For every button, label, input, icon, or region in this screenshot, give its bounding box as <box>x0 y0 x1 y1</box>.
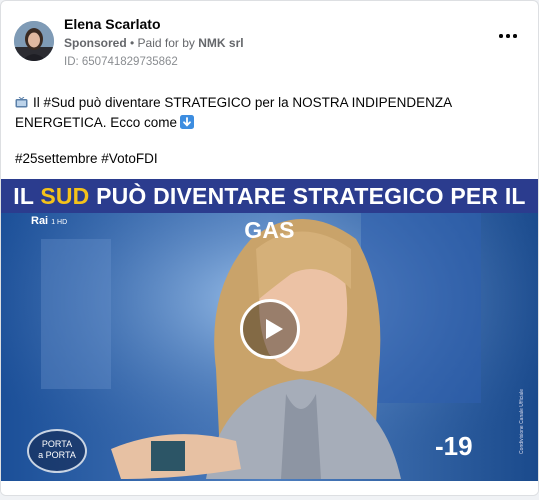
card-footer <box>1 481 538 495</box>
show-logo: PORTA a PORTA <box>27 429 87 473</box>
post-text: Il #Sud può diventare STRATEGICO per la … <box>15 93 515 133</box>
countdown-badge: -19 <box>435 431 473 461</box>
video-credit: Condivisione Canale Ufficiale <box>519 389 525 454</box>
paid-for-prefix: • Paid for by <box>126 36 199 50</box>
television-icon <box>15 97 28 108</box>
play-icon[interactable] <box>240 299 300 359</box>
down-arrow-icon <box>180 115 195 129</box>
video-headline-banner: IL SUD PUÒ DIVENTARE STRATEGICO PER IL G… <box>1 179 538 243</box>
banner-highlight: SUD <box>40 183 90 209</box>
avatar-image <box>14 21 54 61</box>
sponsored-label: Sponsored <box>64 36 127 50</box>
avatar[interactable] <box>14 21 54 61</box>
ad-id: ID: 650741829735862 <box>64 56 178 68</box>
more-options-icon[interactable] <box>497 29 519 43</box>
sponsored-meta: Sponsored • Paid for by NMK srl <box>64 36 244 50</box>
video-player[interactable]: IL SUD PUÒ DIVENTARE STRATEGICO PER IL G… <box>1 179 538 481</box>
post-text-content: Il #Sud può diventare STRATEGICO per la … <box>15 95 452 130</box>
payer-name[interactable]: NMK srl <box>198 36 243 50</box>
channel-logo: Rai 1 HD <box>31 215 68 227</box>
ad-post-card: Elena Scarlato Sponsored • Paid for by N… <box>0 0 539 496</box>
post-hashtags[interactable]: #25settembre #VotoFDI <box>15 151 158 166</box>
author-name[interactable]: Elena Scarlato <box>64 16 161 32</box>
